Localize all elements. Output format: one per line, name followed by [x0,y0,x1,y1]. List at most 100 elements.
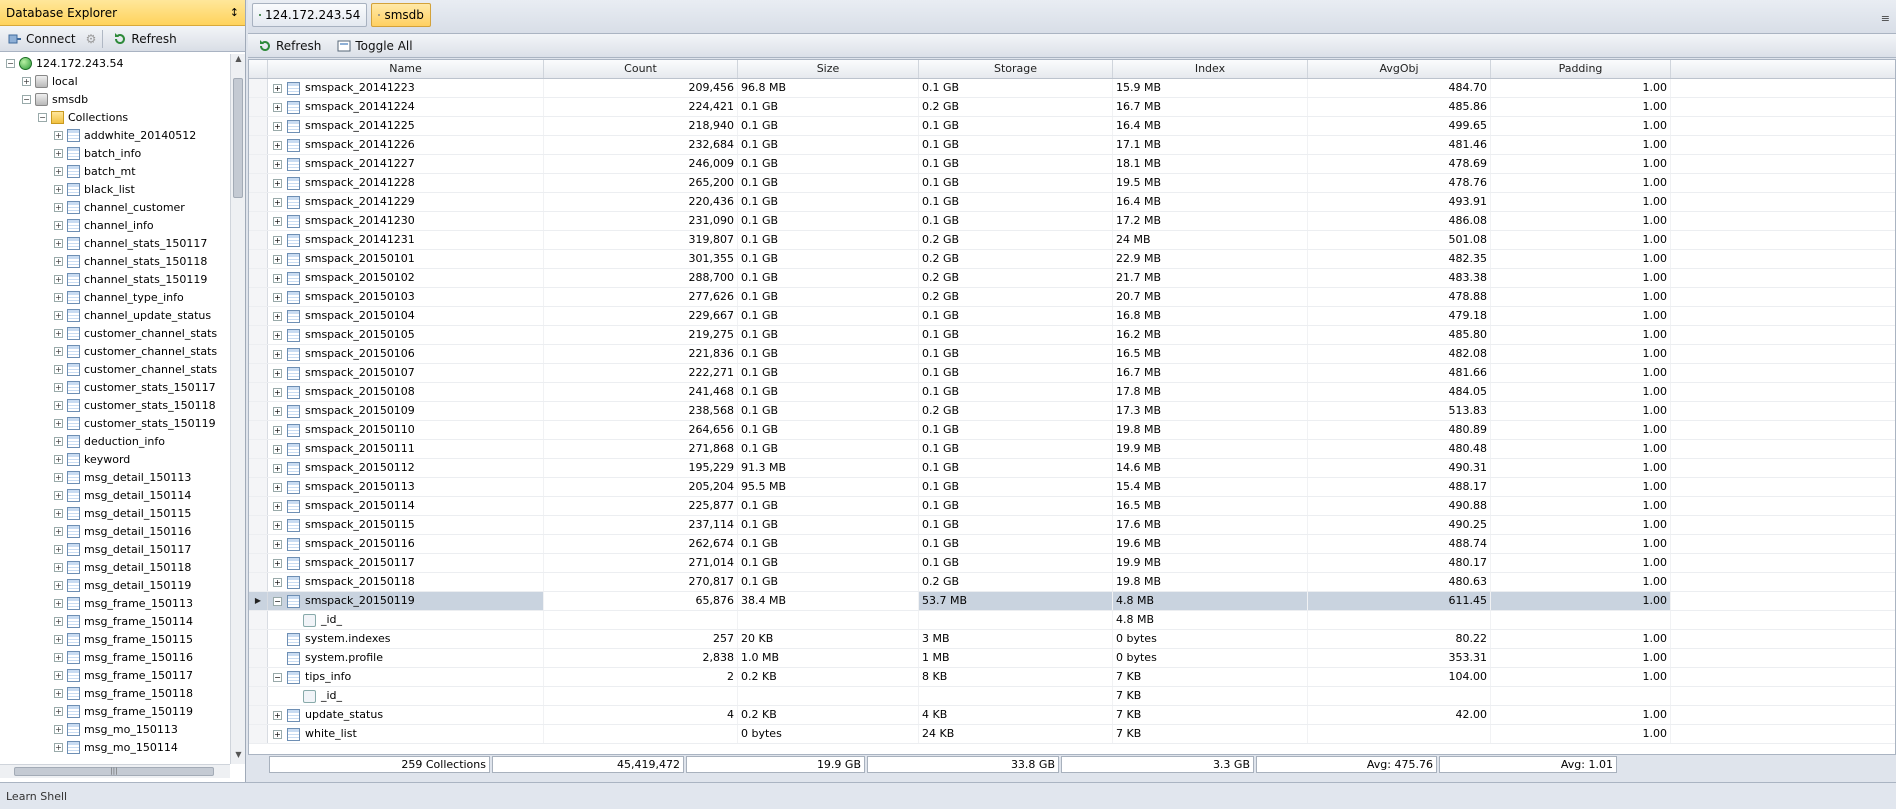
expand-icon[interactable]: + [273,558,282,568]
expand-icon[interactable]: + [273,178,282,188]
table-row[interactable]: + white_list 0 bytes 24 KB 7 KB 1.00 [249,725,1895,744]
tree-node[interactable]: + channel_customer [0,198,230,216]
tree-node[interactable]: + channel_info [0,216,230,234]
expand-icon[interactable]: + [54,490,63,500]
tree-node[interactable]: + msg_detail_150118 [0,558,230,576]
table-row[interactable]: system.indexes 257 20 KB 3 MB 0 bytes 80.22 1.… [249,630,1895,649]
expand-icon[interactable]: + [54,274,63,284]
tree-node[interactable]: + msg_detail_150114 [0,486,230,504]
tree-node[interactable]: + batch_mt [0,162,230,180]
table-row[interactable]: + smspack_20150111 271,868 0.1 GB 0.1 GB 19.9… [249,440,1895,459]
tree-horizontal-scrollbar[interactable]: ||| [0,764,230,778]
explorer-tree[interactable]: −124.172.243.54 + local − smsdb − Collections +… [0,54,230,764]
expand-icon[interactable]: + [54,652,63,662]
tree-node[interactable]: + msg_frame_150118 [0,684,230,702]
tree-node[interactable]: + customer_channel_stats [0,324,230,342]
expand-icon[interactable]: + [273,710,282,720]
scroll-up-icon[interactable]: ▲ [231,54,246,68]
tree-node[interactable]: + channel_stats_150118 [0,252,230,270]
tree-node[interactable]: − 124.172.243.54 [0,54,230,72]
column-header-storage[interactable]: Storage [919,60,1113,78]
tree-node[interactable]: + customer_stats_150118 [0,396,230,414]
expand-icon[interactable]: + [54,310,63,320]
expand-icon[interactable]: + [273,539,282,549]
expand-icon[interactable]: + [54,238,63,248]
table-row[interactable]: _id_ 7 KB [249,687,1895,706]
expand-icon[interactable]: + [273,159,282,169]
column-header-count[interactable]: Count [544,60,738,78]
expand-icon[interactable]: + [54,364,63,374]
expand-icon[interactable]: + [273,140,282,150]
expand-icon[interactable]: + [273,216,282,226]
tree-node[interactable]: + msg_frame_150119 [0,702,230,720]
collapse-icon[interactable]: − [273,672,282,682]
expand-icon[interactable]: + [54,418,63,428]
expand-icon[interactable]: + [273,482,282,492]
expand-icon[interactable]: + [22,76,31,86]
expand-icon[interactable]: + [54,328,63,338]
tree-node[interactable]: + msg_frame_150117 [0,666,230,684]
expand-icon[interactable]: + [54,598,63,608]
expand-icon[interactable]: + [273,501,282,511]
expand-icon[interactable]: + [54,688,63,698]
tree-node[interactable]: + msg_detail_150117 [0,540,230,558]
toggle-all-button[interactable]: Toggle All [333,37,416,55]
tree-node[interactable]: + msg_frame_150115 [0,630,230,648]
expand-icon[interactable]: + [54,292,63,302]
column-header-padding[interactable]: Padding [1491,60,1671,78]
explorer-refresh-button[interactable]: Refresh [109,30,180,48]
tree-vertical-scrollbar[interactable]: ▲ ▼ [230,54,245,764]
expand-icon[interactable]: + [54,382,63,392]
tree-node[interactable]: + msg_mo_150114 [0,738,230,756]
expand-icon[interactable]: + [273,273,282,283]
table-row[interactable]: + smspack_20150117 271,014 0.1 GB 0.1 GB 19.9… [249,554,1895,573]
table-row[interactable]: + smspack_20150104 229,667 0.1 GB 0.1 GB 16.8… [249,307,1895,326]
table-row[interactable]: + smspack_20141227 246,009 0.1 GB 0.1 GB 18.1… [249,155,1895,174]
table-row[interactable]: + smspack_20150114 225,877 0.1 GB 0.1 GB 16.5… [249,497,1895,516]
table-row[interactable]: + smspack_20150106 221,836 0.1 GB 0.1 GB 16.5… [249,345,1895,364]
tree-node[interactable]: + keyword [0,450,230,468]
table-row[interactable]: + update_status 4 0.2 KB 4 KB 7 KB 42.00 1.00 [249,706,1895,725]
table-row[interactable]: + smspack_20141229 220,436 0.1 GB 0.1 GB 16.4… [249,193,1895,212]
tree-node[interactable]: + customer_channel_stats [0,342,230,360]
tree-node[interactable]: + msg_detail_150113 [0,468,230,486]
table-row[interactable]: + smspack_20150112 195,229 91.3 MB 0.1 GB 14.… [249,459,1895,478]
tree-hscroll-thumb[interactable]: ||| [14,767,214,776]
table-row[interactable]: + smspack_20150118 270,817 0.1 GB 0.2 GB 19.8… [249,573,1895,592]
table-row[interactable]: + smspack_20141230 231,090 0.1 GB 0.1 GB 17.2… [249,212,1895,231]
table-row[interactable]: _id_ 4.8 MB [249,611,1895,630]
tree-node[interactable]: + customer_stats_150119 [0,414,230,432]
table-row[interactable]: + smspack_20150108 241,468 0.1 GB 0.1 GB 17.8… [249,383,1895,402]
tree-node[interactable]: + msg_detail_150119 [0,576,230,594]
table-row[interactable]: + smspack_20141231 319,807 0.1 GB 0.2 GB 24 M… [249,231,1895,250]
tree-node[interactable]: + customer_channel_stats [0,360,230,378]
table-row[interactable]: + smspack_20150102 288,700 0.1 GB 0.2 GB 21.7… [249,269,1895,288]
expand-icon[interactable]: + [54,616,63,626]
table-row[interactable]: + smspack_20150101 301,355 0.1 GB 0.2 GB 22.9… [249,250,1895,269]
expand-icon[interactable]: + [54,220,63,230]
table-row[interactable]: + smspack_20141226 232,684 0.1 GB 0.1 GB 17.1… [249,136,1895,155]
table-row[interactable]: + smspack_20150116 262,674 0.1 GB 0.1 GB 19.6… [249,535,1895,554]
table-row[interactable]: + smspack_20141228 265,200 0.1 GB 0.1 GB 19.5… [249,174,1895,193]
tree-node[interactable]: − Collections [0,108,230,126]
expand-icon[interactable]: + [273,368,282,378]
table-row[interactable]: − tips_info 2 0.2 KB 8 KB 7 KB 104.00 1.00 [249,668,1895,687]
expand-icon[interactable]: + [273,520,282,530]
expand-icon[interactable]: + [54,472,63,482]
connect-button[interactable]: Connect [4,30,80,48]
table-row[interactable]: + smspack_20141223 209,456 96.8 MB 0.1 GB 15.… [249,79,1895,98]
expand-icon[interactable]: + [273,311,282,321]
learn-shell-link[interactable]: Learn Shell [6,790,67,803]
expand-icon[interactable]: + [273,444,282,454]
expand-icon[interactable]: + [273,235,282,245]
column-header-avgobj[interactable]: AvgObj [1308,60,1491,78]
expand-icon[interactable]: + [54,346,63,356]
expand-icon[interactable]: + [273,406,282,416]
expand-icon[interactable]: + [54,580,63,590]
expand-icon[interactable]: + [54,526,63,536]
tree-node[interactable]: + msg_frame_150113 [0,594,230,612]
table-row[interactable]: + smspack_20150115 237,114 0.1 GB 0.1 GB 17.6… [249,516,1895,535]
column-header-name[interactable]: Name [268,60,544,78]
expand-icon[interactable]: + [54,706,63,716]
expand-icon[interactable]: + [54,184,63,194]
